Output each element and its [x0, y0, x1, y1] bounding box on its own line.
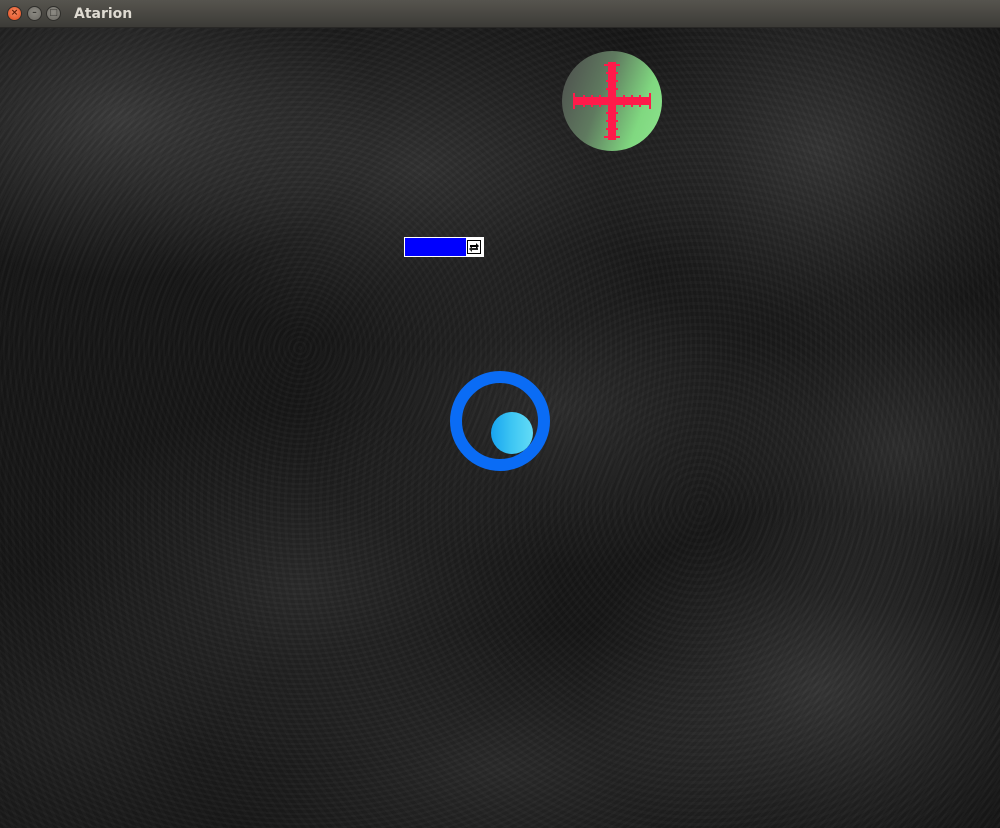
- minimize-icon: –: [32, 8, 37, 18]
- swap-icon[interactable]: [466, 239, 482, 255]
- close-button[interactable]: ×: [7, 6, 22, 21]
- target-orb[interactable]: [562, 51, 662, 151]
- title-bar[interactable]: × – □ Atarion: [0, 0, 1000, 28]
- crosshair-icon: [573, 62, 651, 140]
- maximize-icon: □: [49, 8, 58, 18]
- game-window: × – □ Atarion: [0, 0, 1000, 828]
- minimize-button[interactable]: –: [27, 6, 42, 21]
- player-core: [491, 412, 533, 454]
- power-bar-fill: [405, 238, 466, 256]
- close-icon: ×: [10, 8, 19, 18]
- maximize-button[interactable]: □: [46, 6, 61, 21]
- power-bar: [404, 237, 484, 257]
- player-ship[interactable]: [450, 371, 550, 471]
- game-canvas[interactable]: [0, 28, 1000, 828]
- window-title: Atarion: [74, 6, 133, 22]
